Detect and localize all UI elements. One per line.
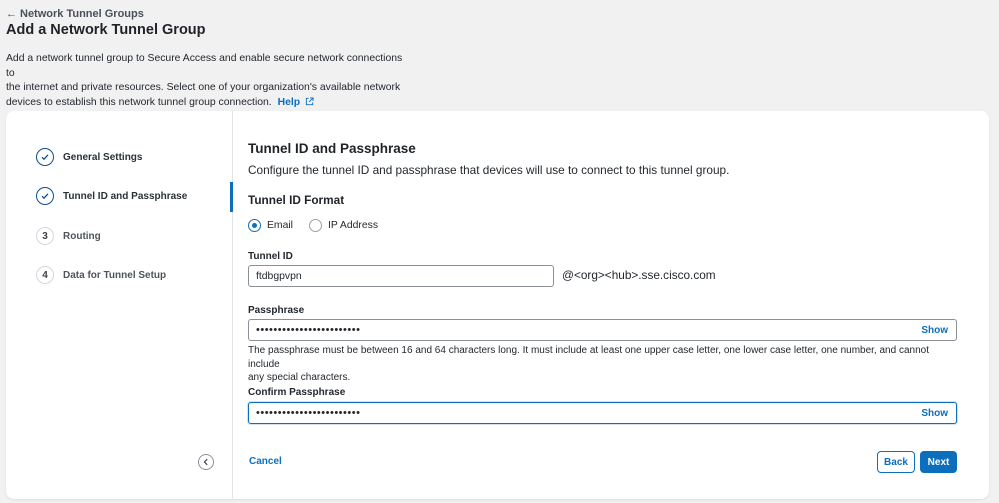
step-number: 3 — [36, 227, 54, 245]
intro-line-3-text: devices to establish this network tunnel… — [6, 96, 272, 108]
step-number: 4 — [36, 266, 54, 284]
section-description: Configure the tunnel ID and passphrase t… — [248, 163, 730, 177]
section-title: Tunnel ID and Passphrase — [248, 141, 416, 156]
active-step-indicator — [230, 182, 233, 212]
tunnel-id-label: Tunnel ID — [248, 251, 293, 262]
step-tunnel-id-passphrase[interactable]: Tunnel ID and Passphrase — [36, 187, 187, 205]
breadcrumb-link[interactable]: Network Tunnel Groups — [20, 8, 144, 20]
page-title: Add a Network Tunnel Group — [6, 22, 206, 38]
tunnel-id-domain-suffix: @<org><hub>.sse.cisco.com — [562, 268, 716, 282]
step-label: Routing — [63, 230, 101, 242]
radio-option-email[interactable]: Email — [248, 219, 293, 232]
step-routing[interactable]: 3 Routing — [36, 227, 101, 245]
confirm-passphrase-masked-value: •••••••••••••••••••••••• — [256, 407, 361, 419]
radio-label: IP Address — [327, 220, 379, 231]
check-icon — [36, 148, 54, 166]
check-icon — [36, 187, 54, 205]
back-button[interactable]: Back — [877, 451, 915, 473]
passphrase-requirements-hint: The passphrase must be between 16 and 64… — [248, 344, 960, 385]
passphrase-label: Passphrase — [248, 305, 305, 316]
show-passphrase-button[interactable]: Show — [921, 325, 948, 336]
step-data-for-tunnel-setup[interactable]: 4 Data for Tunnel Setup — [36, 266, 166, 284]
collapse-stepper-button[interactable] — [198, 454, 214, 470]
step-label: General Settings — [63, 151, 143, 163]
step-label: Tunnel ID and Passphrase — [63, 190, 188, 202]
back-arrow-icon: ← — [6, 8, 17, 20]
intro-line-1: Add a network tunnel group to Secure Acc… — [6, 53, 403, 79]
step-general-settings[interactable]: General Settings — [36, 148, 142, 166]
tunnel-id-format-heading: Tunnel ID Format — [248, 193, 345, 207]
hint-line-2: any special characters. — [248, 372, 351, 383]
help-link[interactable]: Help — [278, 97, 301, 108]
intro-line-2: the internet and private resources. Sele… — [6, 82, 401, 93]
confirm-passphrase-input[interactable]: •••••••••••••••••••••••• Show — [248, 402, 957, 424]
wizard-card: General Settings Tunnel ID and Passphras… — [6, 111, 989, 499]
tunnel-id-format-radio-group: Email IP Address — [248, 219, 394, 232]
email-radio[interactable] — [248, 219, 261, 232]
external-link-icon[interactable] — [305, 96, 314, 106]
intro-line-3: devices to establish this network tunnel… — [6, 96, 406, 111]
tunnel-id-input[interactable]: ftdbgpvpn — [248, 265, 554, 287]
step-label: Data for Tunnel Setup — [63, 269, 167, 281]
page-intro: Add a network tunnel group to Secure Acc… — [6, 52, 406, 110]
confirm-passphrase-label: Confirm Passphrase — [248, 387, 346, 398]
radio-label: Email — [267, 220, 293, 231]
next-button[interactable]: Next — [920, 451, 957, 473]
wizard-stepper: General Settings Tunnel ID and Passphras… — [6, 111, 233, 499]
show-confirm-passphrase-button[interactable]: Show — [921, 408, 948, 419]
breadcrumb[interactable]: ← Network Tunnel Groups — [6, 8, 144, 20]
passphrase-input[interactable]: •••••••••••••••••••••••• Show — [248, 319, 957, 341]
ip-address-radio[interactable] — [308, 219, 322, 232]
cancel-button[interactable]: Cancel — [249, 456, 282, 467]
hint-line-1: The passphrase must be between 16 and 64… — [248, 345, 929, 370]
passphrase-masked-value: •••••••••••••••••••••••• — [256, 324, 361, 336]
chevron-left-icon — [203, 458, 208, 466]
radio-option-ip-address[interactable]: IP Address — [308, 219, 379, 232]
tunnel-id-value: ftdbgpvpn — [256, 270, 302, 282]
